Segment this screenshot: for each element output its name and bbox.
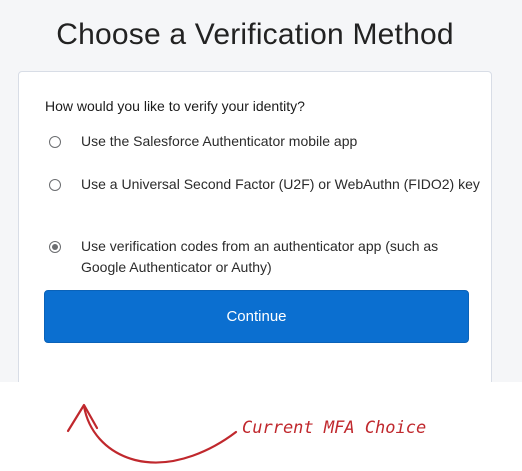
option-label: Use a Universal Second Factor (U2F) or W…	[81, 176, 480, 192]
page-title: Choose a Verification Method	[56, 18, 454, 51]
option-label: Use verification codes from an authentic…	[81, 238, 439, 275]
page: Choose a Verification Method How would y…	[0, 0, 522, 471]
option-salesforce-authenticator[interactable]: Use the Salesforce Authenticator mobile …	[49, 133, 481, 152]
option-label: Use the Salesforce Authenticator mobile …	[81, 133, 358, 149]
option-authenticator-app-codes[interactable]: Use verification codes from an authentic…	[49, 238, 481, 278]
radio-salesforce-authenticator[interactable]	[49, 136, 61, 148]
verification-prompt: How would you like to verify your identi…	[45, 98, 305, 114]
radio-u2f-webauthn-key[interactable]	[49, 179, 61, 191]
radio-authenticator-app-codes[interactable]	[49, 241, 61, 253]
option-u2f-webauthn-key[interactable]: Use a Universal Second Factor (U2F) or W…	[49, 176, 481, 195]
continue-button[interactable]: Continue	[44, 290, 469, 343]
verification-card: How would you like to verify your identi…	[18, 71, 492, 403]
annotation-label: Current MFA Choice	[242, 418, 427, 438]
